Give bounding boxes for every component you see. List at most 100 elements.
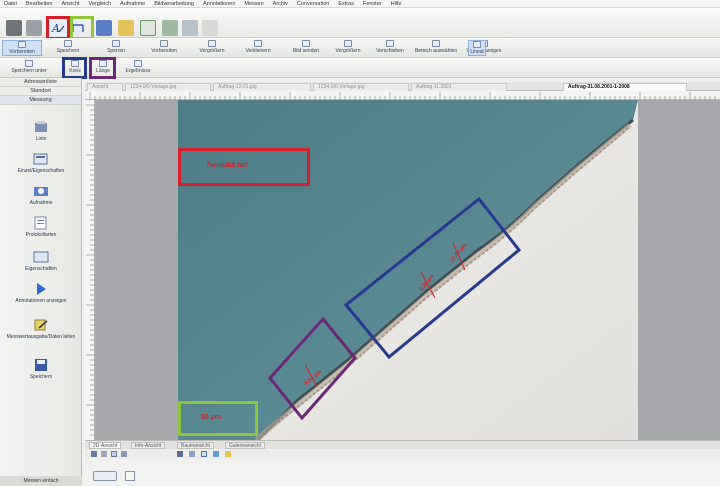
window-toggle-icon[interactable] (125, 471, 135, 481)
tool-button[interactable]: Vergrößern (190, 40, 234, 56)
sidebar-tab[interactable]: Adressenliste (0, 78, 81, 87)
view-tab[interactable]: Info-Ansicht (131, 442, 166, 449)
sidebar-item-properties[interactable]: Einzel/Eigenschaften (0, 152, 82, 174)
document-tab[interactable]: Ansicht (87, 83, 123, 91)
sidebar-item-label: Messwertausgabe/Daten leiten (6, 334, 76, 340)
properties-icon (33, 152, 49, 166)
camera-icon (33, 184, 49, 198)
menu-item[interactable]: Messen (244, 1, 263, 7)
purple-measurement-box (268, 316, 357, 421)
tool-icon-row (85, 449, 720, 459)
document-tab[interactable]: 1234-0/0-Vorlage.jpg (313, 83, 409, 91)
main-toolbar: A (0, 8, 720, 40)
tool-button[interactable]: Bereich auswählen (412, 40, 460, 56)
sidebar-item-protokoll[interactable]: Protokollarten (0, 216, 82, 238)
menu-item[interactable]: Fenster (363, 1, 382, 7)
sidebar-item-label: Einzel/Eigenschaften (17, 168, 65, 174)
results-button[interactable]: Ergebnisse (118, 60, 158, 76)
list-icon (33, 250, 49, 264)
sidebar: Adressenliste Standort Messung Linie Ein… (0, 78, 82, 486)
hand-icon[interactable] (121, 451, 127, 457)
menu-bar: Datei Bearbeiten Ansicht Vergleich Aufna… (0, 0, 720, 8)
view-tab[interactable]: 2D-Ansicht (89, 442, 122, 449)
view-tab[interactable]: Baumansicht (177, 442, 214, 449)
app-switch-icon[interactable] (93, 471, 117, 481)
highlight-blue-box (62, 57, 87, 79)
save-as-button[interactable]: Speichern unter (4, 60, 54, 76)
horizontal-ruler (85, 91, 720, 100)
measure-toolbar: Speichern unter Kreis Länge Ergebnisse (0, 57, 720, 79)
sidebar-tab[interactable]: Standort (0, 87, 81, 96)
sidebar-item-label: Linie (35, 136, 47, 142)
window-icon[interactable] (96, 20, 112, 36)
sidebar-item-aufnahme[interactable]: Aufnahme (0, 184, 82, 206)
sidebar-item-save[interactable]: Speichern (0, 358, 82, 380)
sidebar-item-label: Aufnahme (29, 200, 53, 206)
document-tab[interactable]: Auftrag-11.2001 (411, 83, 507, 91)
menu-item[interactable]: Bildverarbeitung (154, 1, 194, 7)
monitor-icon[interactable] (213, 451, 219, 457)
menu-item[interactable]: Hilfe (391, 1, 402, 7)
menu-item[interactable]: Vergleich (89, 1, 112, 7)
view-tab[interactable]: Galerieansicht (225, 442, 265, 449)
view-tab-bar: 2D-Ansicht Info-Ansicht Baumansicht Gale… (85, 440, 720, 449)
tool-button[interactable]: Vorbereiten (142, 40, 186, 56)
document-tab-active[interactable]: Auftrag-31.08.2001-1-2008 (563, 83, 687, 91)
menu-item[interactable]: Extras (338, 1, 354, 7)
sidebar-item-data-export[interactable]: Messwertausgabe/Daten leiten (0, 318, 82, 340)
menu-item[interactable]: Bearbeiten (26, 1, 53, 7)
window-small-icon[interactable] (201, 451, 207, 457)
highlight-purple-box (89, 57, 116, 79)
sidebar-item-label: Speichern (29, 374, 53, 380)
scan-icon[interactable] (26, 20, 42, 36)
menu-item[interactable]: Ansicht (61, 1, 79, 7)
tool-button[interactable]: Vergrößern (328, 40, 368, 56)
sidebar-item-label: Eigenschaften (25, 266, 57, 272)
menu-item[interactable]: Aufnahme (120, 1, 145, 7)
print-icon[interactable] (6, 20, 22, 36)
highlight-green-box (70, 16, 94, 40)
highlight-red-box (46, 16, 70, 40)
tool-button[interactable]: Sperren (94, 40, 138, 56)
tool-button[interactable]: Bild senden (284, 40, 328, 56)
sidebar-status: Messen einfach (0, 476, 82, 486)
image-canvas[interactable]: Ferrite/BS fat? 12,40 µm 9,20 µm 9,54 µm… (95, 100, 720, 440)
grid-icon[interactable] (101, 451, 107, 457)
sidebar-item-linie[interactable]: Linie (0, 120, 82, 142)
print-small-icon[interactable] (177, 451, 183, 457)
measurement-overlay (268, 196, 522, 421)
menu-item[interactable]: Archiv (273, 1, 288, 7)
tool-button[interactable]: Verschieben (370, 40, 410, 56)
save-icon (33, 358, 49, 372)
pointer-icon[interactable] (202, 20, 218, 36)
pencil-icon (33, 318, 49, 332)
sidebar-item-show-annotations[interactable]: Annotationen anzeigen (0, 282, 82, 304)
scale-bar-text: 50 µm (201, 414, 221, 421)
ruler-button[interactable]: Lineal (468, 40, 486, 56)
secondary-toolbar: Vorbereiten Speichern Sperren Vorbereite… (0, 38, 720, 58)
tiles-icon[interactable] (162, 20, 178, 36)
tool-button[interactable]: Speichern (46, 40, 90, 56)
layout-icon[interactable] (140, 20, 156, 36)
task-row (85, 465, 720, 486)
report-icon (33, 216, 49, 230)
tool-button[interactable]: Vorbereiten (2, 40, 42, 56)
vertical-ruler (85, 100, 95, 440)
sidebar-item-eigenschaften[interactable]: Eigenschaften (0, 250, 82, 272)
select-icon[interactable] (111, 451, 117, 457)
pen-small-icon[interactable] (225, 451, 231, 457)
pen-icon[interactable] (118, 20, 134, 36)
menu-item[interactable]: Annotationen (203, 1, 235, 7)
ruler-icon[interactable] (182, 20, 198, 36)
menu-item[interactable]: Datei (4, 1, 17, 7)
tool-button[interactable]: Verkleinern (236, 40, 280, 56)
play-icon (33, 282, 49, 296)
zoom-icon[interactable] (91, 451, 97, 457)
document-tab[interactable]: 1234-0/0-Vorlage.jpg (125, 83, 211, 91)
scale-bar-box[interactable]: 50 µm (178, 401, 258, 436)
sidebar-tab[interactable]: Messung (0, 96, 81, 105)
document-tab[interactable]: Auftrag-12-01.jpg (213, 83, 311, 91)
sidebar-item-label: Protokollarten (25, 232, 57, 238)
menu-item[interactable]: Conversation (297, 1, 329, 7)
layers-icon[interactable] (189, 451, 195, 457)
